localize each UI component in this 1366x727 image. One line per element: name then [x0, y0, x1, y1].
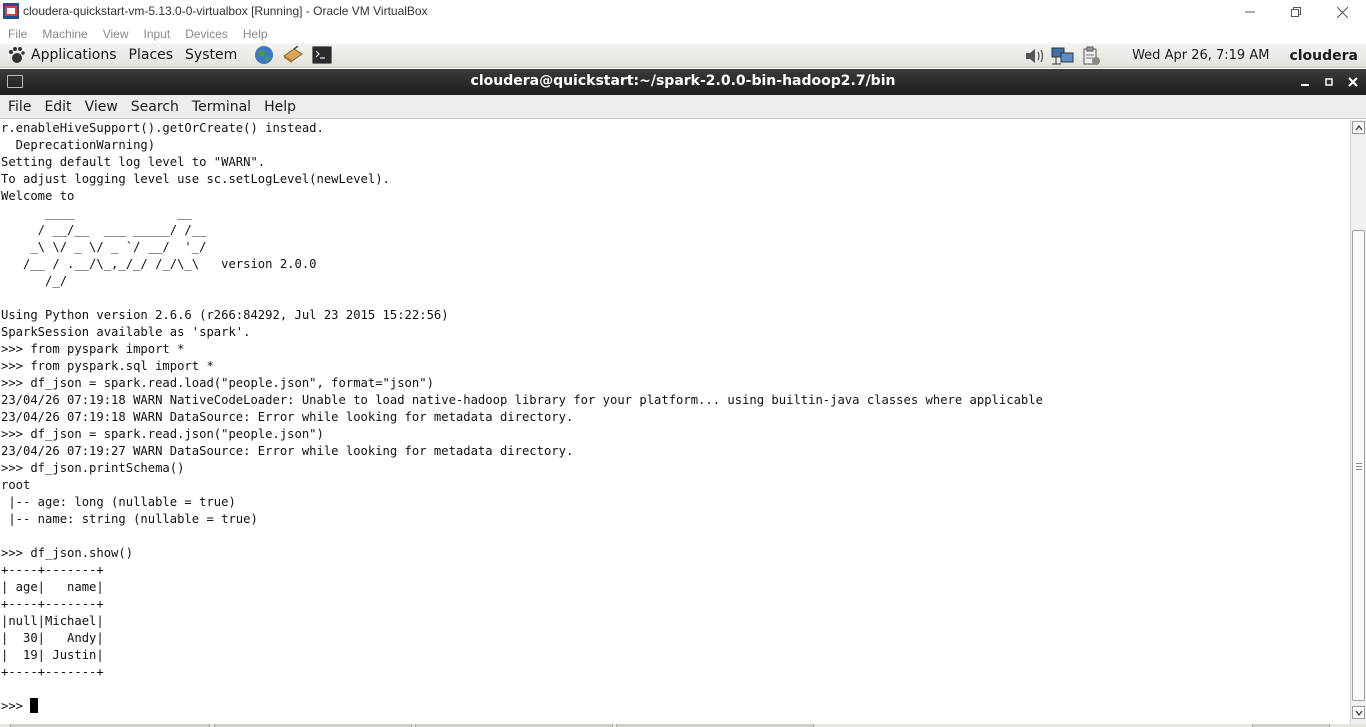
terminal-line: r.enableHiveSupport().getOrCreate() inst…	[1, 121, 324, 135]
prompt-line[interactable]: >>>	[1, 698, 39, 715]
spark-logo-line: / __/__ ___ _____/ /__	[1, 223, 207, 237]
terminal-line: DeprecationWarning)	[1, 138, 156, 152]
host-menu-help[interactable]: Help	[243, 27, 268, 41]
host-menu-devices[interactable]: Devices	[185, 27, 228, 41]
host-window-title: cloudera-quickstart-vm-5.13.0-0-virtualb…	[23, 4, 428, 18]
panel-menu-places[interactable]: Places	[129, 47, 174, 63]
host-menu-input[interactable]: Input	[144, 27, 171, 41]
minimize-icon	[1245, 11, 1255, 13]
terminal-line: SparkSession available as 'spark'.	[1, 325, 251, 339]
terminal-title-bar[interactable]: cloudera@quickstart:~/spark-2.0.0-bin-ha…	[0, 69, 1366, 95]
terminal-launcher[interactable]	[309, 44, 335, 66]
host-menu-bar: File Machine View Input Devices Help	[0, 24, 1366, 43]
panel-tray: Wed Apr 26, 7:19 AM cloudera	[1022, 43, 1366, 68]
terminal-scrollbar[interactable]	[1350, 120, 1366, 724]
terminal-line: |-- name: string (nullable = true)	[1, 512, 258, 526]
terminal-line: 23/04/26 07:19:18 WARN DataSource: Error…	[1, 410, 574, 424]
terminal-line: Setting default log level to "WARN".	[1, 155, 266, 169]
table-line: +----+-------+	[1, 597, 104, 611]
terminal-line: Using Python version 2.6.6 (r266:84292, …	[1, 308, 449, 322]
notes-icon	[283, 46, 304, 63]
clipboard-applet[interactable]	[1078, 45, 1104, 67]
terminal-line: >>> from pyspark.sql import *	[1, 359, 214, 373]
gnome-top-panel: Applications Places System Wed Apr 26, 7…	[0, 43, 1366, 68]
host-menu-machine[interactable]: Machine	[42, 27, 87, 41]
terminal-line: Welcome to	[1, 189, 75, 203]
terminal-menu-file[interactable]: File	[8, 99, 31, 115]
panel-menu-system[interactable]: System	[185, 47, 237, 63]
speaker-icon	[1026, 48, 1044, 63]
host-menu-file[interactable]: File	[8, 27, 27, 41]
terminal-menu-edit[interactable]: Edit	[44, 99, 71, 115]
table-line: | 30| Andy|	[1, 631, 104, 645]
clipboard-icon	[1083, 46, 1101, 65]
panel-clock[interactable]: Wed Apr 26, 7:19 AM	[1132, 48, 1269, 63]
terminal-menu-search[interactable]: Search	[131, 99, 179, 115]
virtualbox-logo-icon	[3, 3, 19, 19]
terminal-minimize-button[interactable]	[1297, 74, 1313, 90]
network-icon	[1051, 47, 1074, 64]
terminal-line: 23/04/26 07:19:18 WARN NativeCodeLoader:…	[1, 393, 1043, 407]
terminal-output[interactable]: r.enableHiveSupport().getOrCreate() inst…	[0, 120, 1350, 724]
terminal-line: To adjust logging level use sc.setLogLev…	[1, 172, 390, 186]
close-icon	[1348, 77, 1358, 87]
terminal-close-button[interactable]	[1345, 74, 1361, 90]
table-line: +----+-------+	[1, 563, 104, 577]
text-cursor	[30, 698, 39, 713]
terminal-line: 23/04/26 07:19:27 WARN DataSource: Error…	[1, 444, 574, 458]
grip-line	[1356, 463, 1362, 464]
gnome-foot-icon[interactable]	[7, 46, 25, 64]
terminal-menu-help[interactable]: Help	[264, 99, 296, 115]
close-button[interactable]	[1319, 0, 1365, 24]
minimize-icon	[1301, 84, 1309, 86]
network-status[interactable]	[1050, 45, 1076, 67]
notes-launcher[interactable]	[280, 44, 306, 66]
prompt-text: >>>	[1, 699, 31, 713]
restore-icon	[1291, 7, 1301, 17]
terminal-line: >>> from pyspark import *	[1, 342, 185, 356]
host-menu-view[interactable]: View	[103, 27, 129, 41]
maximize-icon	[1325, 78, 1333, 86]
volume-control[interactable]	[1022, 45, 1048, 67]
terminal-menu-terminal[interactable]: Terminal	[192, 99, 251, 115]
table-line: |null|Michael|	[1, 614, 104, 628]
arrow-down-icon	[1355, 710, 1362, 716]
minimize-button[interactable]	[1227, 0, 1273, 24]
browser-launcher[interactable]	[251, 44, 277, 66]
terminal-window-title: cloudera@quickstart:~/spark-2.0.0-bin-ha…	[470, 73, 896, 89]
globe-icon	[255, 46, 274, 64]
terminal-line: root	[1, 478, 31, 492]
terminal-line: >>> df_json = spark.read.json("people.js…	[1, 427, 324, 441]
table-line: | age| name|	[1, 580, 104, 594]
terminal-line: >>> df_json.printSchema()	[1, 461, 185, 475]
panel-user-name[interactable]: cloudera	[1289, 48, 1358, 64]
restore-button[interactable]	[1273, 0, 1319, 24]
terminal-icon	[312, 46, 333, 64]
spark-logo-line: _\ \/ _ \/ _ `/ __/ '_/	[1, 240, 207, 254]
grip-line	[1356, 469, 1362, 470]
panel-menu-applications[interactable]: Applications	[31, 47, 117, 63]
grip-line	[1356, 466, 1362, 467]
terminal-menu-bar: File Edit View Search Terminal Help	[0, 95, 1366, 119]
table-line: +----+-------+	[1, 665, 104, 679]
arrow-up-icon	[1355, 124, 1362, 130]
terminal-line: |-- age: long (nullable = true)	[1, 495, 236, 509]
spark-logo-line: /__ / .__/\_,_/_/ /_/\_\ version 2.0.0	[1, 257, 317, 271]
spark-logo-line: /_/	[1, 274, 68, 288]
host-title-bar: cloudera-quickstart-vm-5.13.0-0-virtualb…	[0, 0, 1366, 24]
scroll-thumb[interactable]	[1352, 230, 1365, 701]
scroll-down-button[interactable]	[1352, 706, 1365, 719]
terminal-line: >>> df_json.show()	[1, 546, 134, 560]
close-icon	[1336, 6, 1348, 18]
terminal-line: >>> df_json = spark.read.load("people.js…	[1, 376, 434, 390]
table-line: | 19| Justin|	[1, 648, 104, 662]
spark-logo-line: ____ __	[1, 206, 192, 220]
scroll-up-button[interactable]	[1352, 121, 1365, 134]
terminal-maximize-button[interactable]	[1321, 74, 1337, 90]
terminal-menu-view[interactable]: View	[85, 99, 118, 115]
